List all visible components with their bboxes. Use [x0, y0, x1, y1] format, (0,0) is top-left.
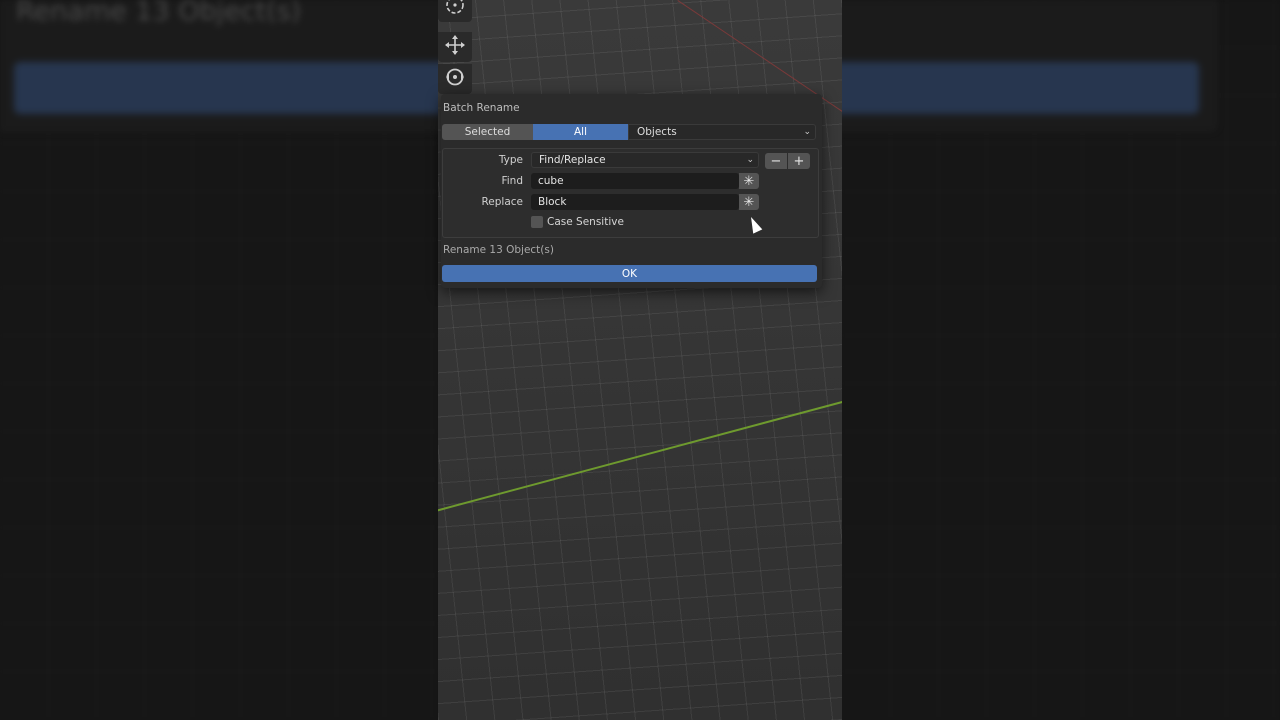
rotate-tool-button[interactable]	[438, 64, 472, 94]
replace-label: Replace	[481, 196, 523, 208]
data-type-value: Objects	[637, 126, 677, 138]
asterisk-icon: ✳	[743, 173, 755, 189]
batch-rename-dialog: Batch Rename Selected All Objects ⌄ Type…	[441, 94, 822, 288]
asterisk-icon: ✳	[743, 194, 755, 210]
type-label: Type	[498, 154, 523, 166]
minus-icon: −	[770, 153, 782, 169]
cursor-icon	[444, 0, 466, 21]
type-dropdown[interactable]: Find/Replace ⌄	[531, 152, 759, 168]
case-sensitive-checkbox[interactable]	[531, 216, 543, 228]
blurred-title: Rename 13 Object(s)	[16, 0, 302, 27]
case-sensitive-label[interactable]: Case Sensitive	[547, 216, 624, 228]
plus-icon: +	[793, 153, 805, 169]
rename-count-info: Rename 13 Object(s)	[443, 244, 554, 256]
replace-input[interactable]: Block	[531, 194, 739, 210]
add-operation-button[interactable]: +	[788, 153, 810, 169]
type-value: Find/Replace	[539, 154, 606, 166]
cursor-tool-button[interactable]	[438, 0, 472, 22]
ok-button[interactable]: OK	[442, 265, 817, 282]
y-axis-line	[438, 385, 842, 522]
find-input[interactable]: cube	[531, 173, 739, 189]
scope-all-button[interactable]: All	[533, 124, 628, 140]
data-type-dropdown[interactable]: Objects ⌄	[628, 124, 816, 140]
replace-regex-button[interactable]: ✳	[739, 194, 759, 210]
scope-selected-button[interactable]: Selected	[442, 124, 533, 140]
rotate-icon	[444, 66, 466, 93]
chevron-down-icon: ⌄	[746, 155, 754, 165]
remove-operation-button[interactable]: −	[765, 153, 787, 169]
rename-operation-box: Type Find/Replace ⌄ − + Find cube ✳ Repl…	[442, 148, 819, 238]
dialog-title: Batch Rename	[443, 102, 520, 114]
move-tool-button[interactable]	[438, 32, 472, 62]
chevron-down-icon: ⌄	[803, 127, 811, 137]
find-regex-button[interactable]: ✳	[739, 173, 759, 189]
move-icon	[444, 34, 466, 61]
find-label: Find	[501, 175, 523, 187]
